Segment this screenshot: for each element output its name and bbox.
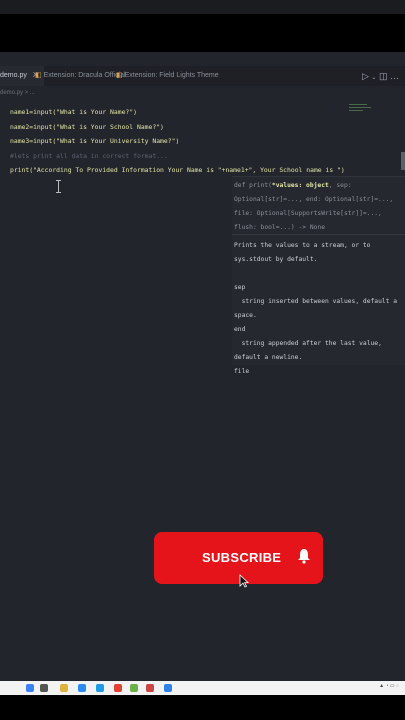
extension-icon: ◧	[35, 72, 42, 79]
editor-area[interactable]: demo.py X ◧ Extension: Dracula Official ◧ E…	[0, 52, 405, 681]
store-icon[interactable]	[96, 684, 104, 692]
split-editor-icon[interactable]: ◫	[379, 71, 388, 81]
tab-label: demo.py	[0, 72, 27, 79]
bell-icon	[298, 549, 310, 564]
breadcrumb[interactable]: demo.py > ...	[0, 90, 35, 96]
start-icon[interactable]	[26, 684, 34, 692]
app-icon[interactable]	[146, 684, 154, 692]
explorer-icon[interactable]	[60, 684, 68, 692]
app-icon[interactable]	[130, 684, 138, 692]
chevron-down-icon[interactable]: ⌄	[371, 75, 376, 81]
code-lines[interactable]: name1=input("What is Your Name?") name2=i…	[10, 105, 345, 178]
run-icon[interactable]: ▷	[362, 71, 369, 81]
tab-bar: demo.py X ◧ Extension: Dracula Official ◧ E…	[0, 66, 405, 86]
tab-extension-dracula[interactable]: ◧ Extension: Dracula Official	[35, 66, 126, 86]
code-line: name2=input("What is Your School Name?")	[10, 122, 164, 131]
function-signature: def print(*values: object, sep: Optional…	[234, 179, 404, 235]
extension-icon: ◧	[116, 72, 123, 79]
more-icon[interactable]: …	[390, 71, 399, 81]
tab-label: Extension: Dracula Official	[43, 72, 126, 79]
sig-rest: , sep: Optional[str]=..., end: Optional[…	[234, 182, 398, 231]
search-icon[interactable]	[40, 684, 48, 692]
hover-tooltip: def print(*values: object, sep: Optional…	[232, 176, 405, 375]
text-cursor-icon	[56, 180, 61, 193]
code-line: name3=input("What is Your University Nam…	[10, 137, 180, 145]
function-docs: Prints the values to a stream, or to sys…	[234, 242, 398, 375]
subscribe-label: SUBSCRIBE	[202, 550, 282, 565]
tab-extension-field-lights[interactable]: ◧ Extension: Field Lights Theme	[116, 66, 219, 86]
editor-actions: ▷ ⌄ ◫ …	[362, 66, 399, 86]
status-bar	[0, 673, 405, 681]
tooltip-divider	[232, 234, 405, 235]
window-top-strip	[0, 0, 405, 14]
taskbar: ▲ ◔ ▭ ◌	[0, 681, 405, 695]
scrollbar[interactable]	[401, 152, 405, 170]
sig-prefix: def print(	[234, 182, 272, 189]
sig-param: *values: object	[271, 182, 329, 189]
code-line: name1=input("What is Your Name?")	[10, 108, 137, 116]
vscode-icon[interactable]	[164, 684, 172, 692]
code-comment: #lets print all data in correct format..…	[10, 151, 168, 160]
browser-icon[interactable]	[78, 684, 86, 692]
minimap[interactable]	[349, 104, 371, 114]
system-tray[interactable]: ▲ ◔ ▭ ◌	[379, 683, 399, 689]
tab-label: Extension: Field Lights Theme	[124, 72, 219, 79]
chrome-icon[interactable]	[114, 684, 122, 692]
pointer-icon	[239, 574, 249, 588]
